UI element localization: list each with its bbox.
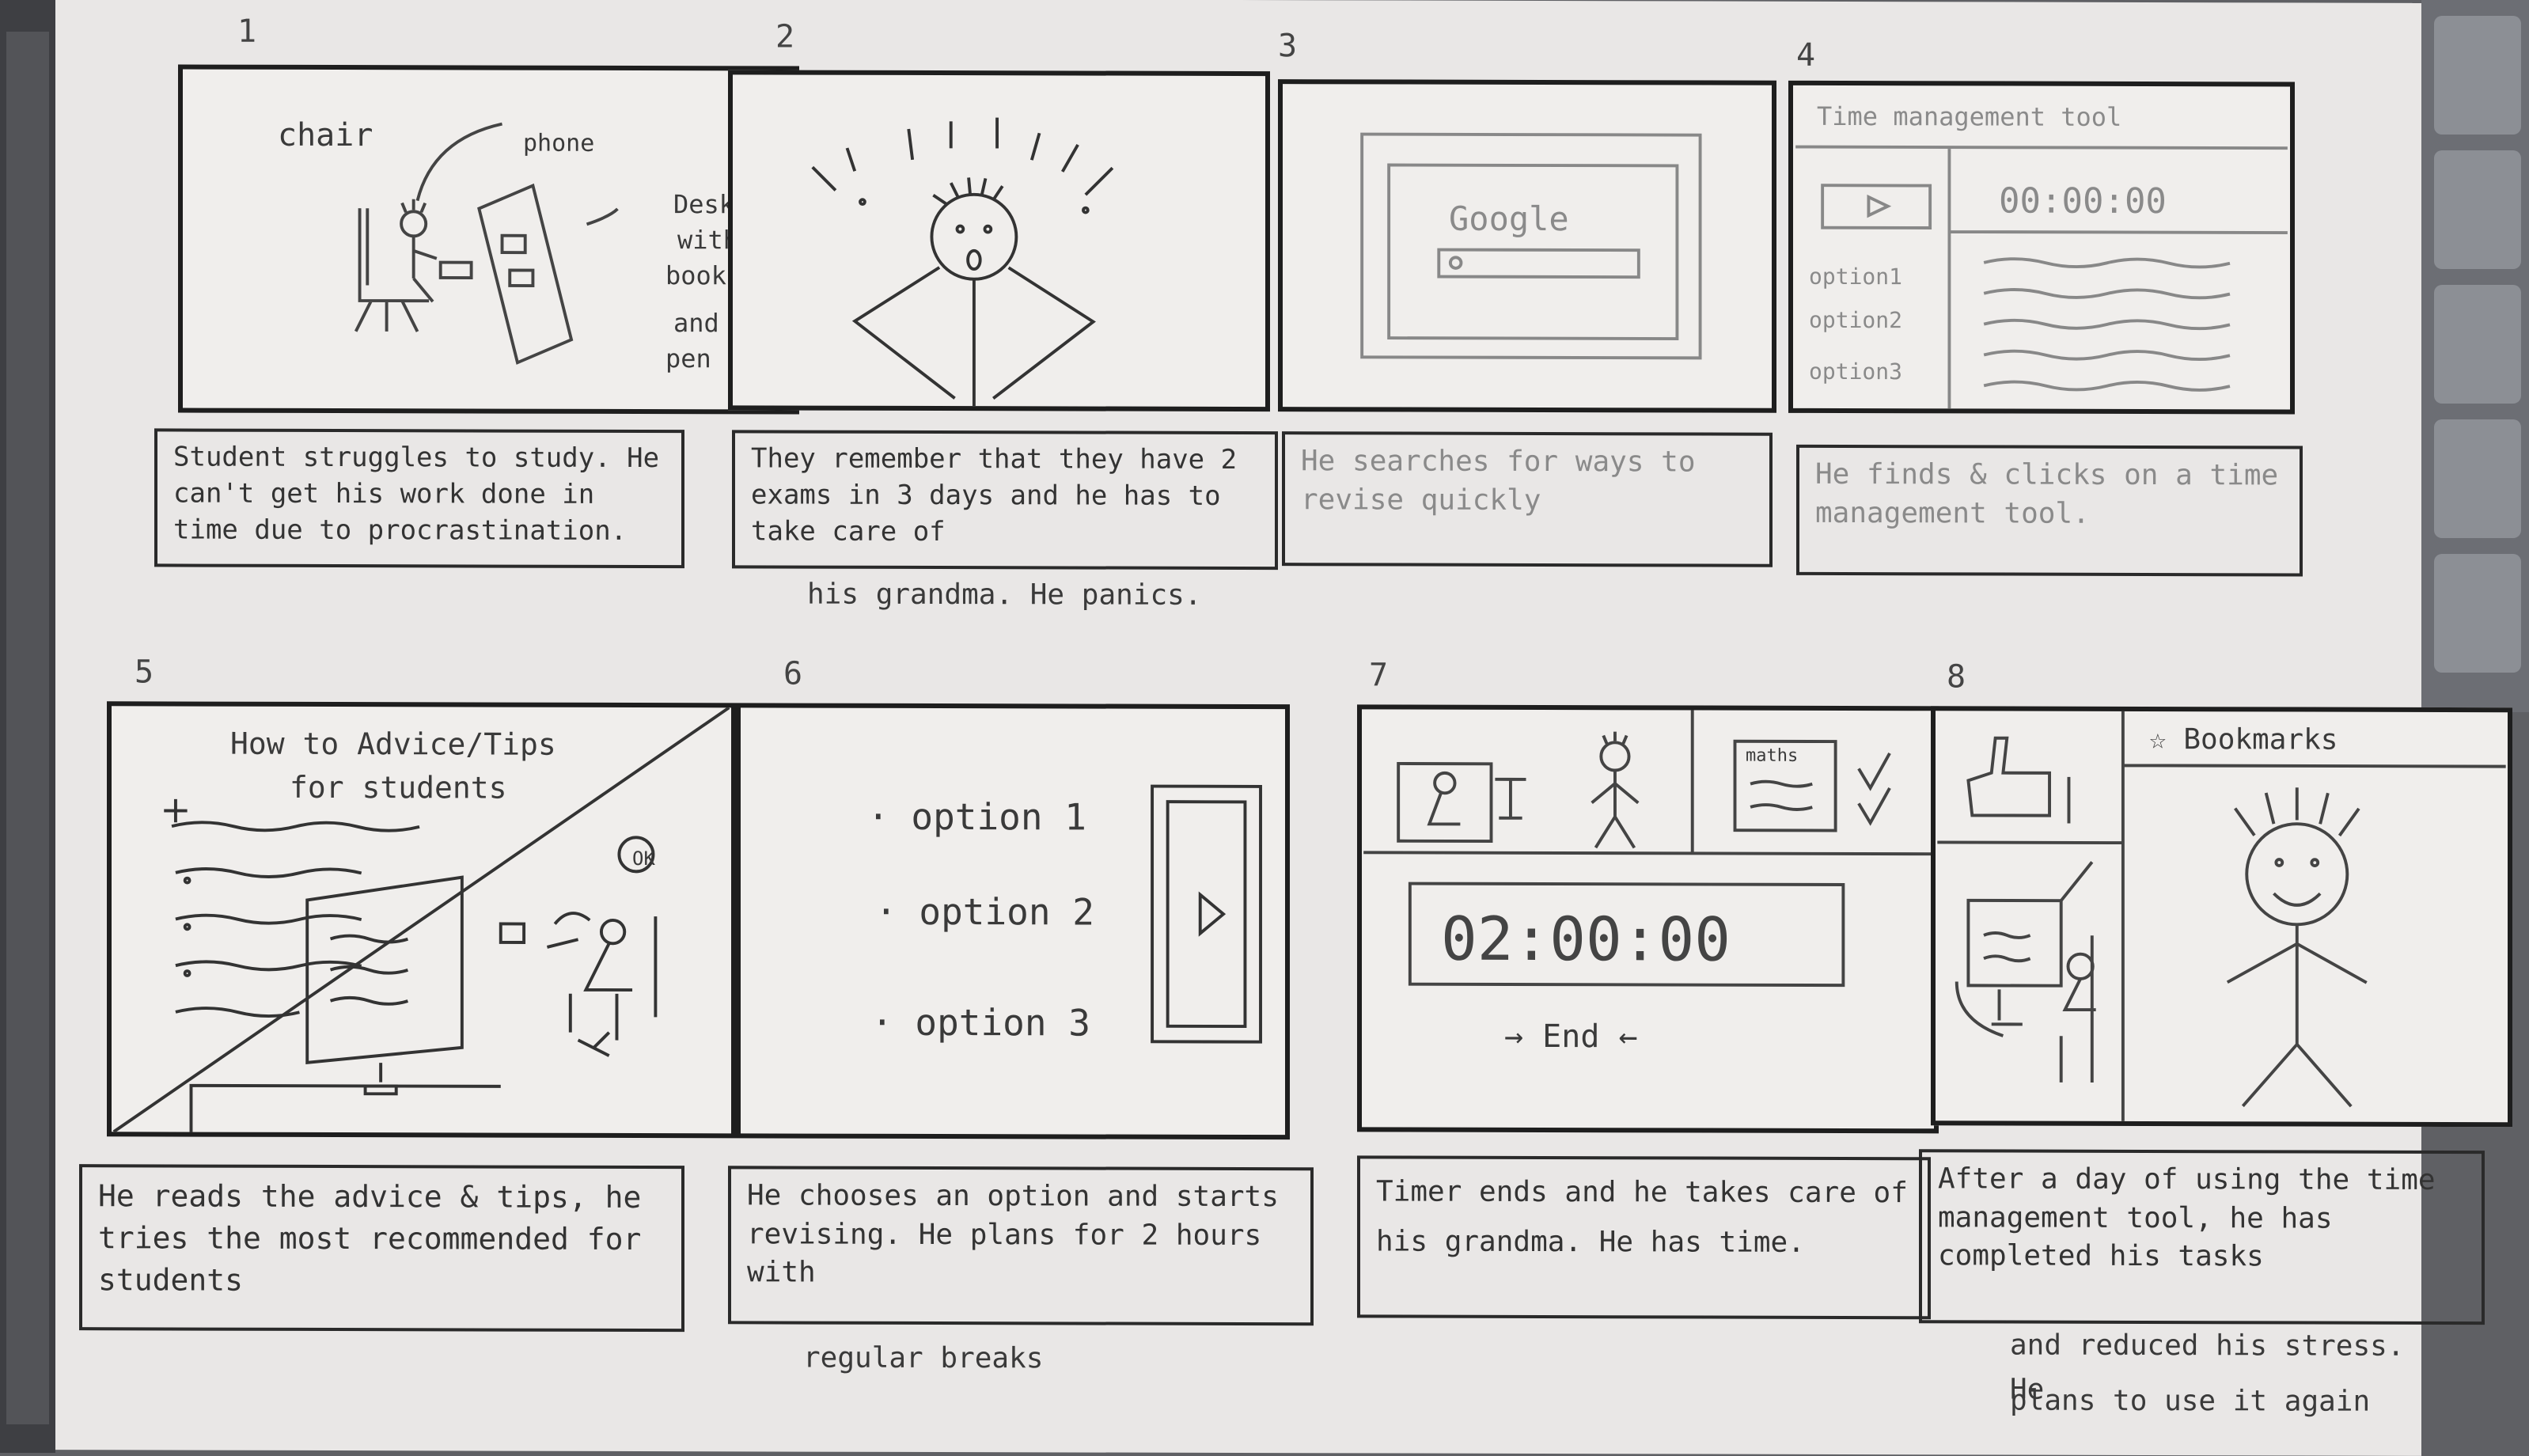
panel-2-caption-continued: his grandma. He panics. — [807, 578, 1202, 612]
note-maths: maths — [1746, 745, 1799, 766]
panel-2-number: 2 — [775, 18, 795, 55]
panel-8-frame: ☆ Bookmarks — [1931, 706, 2512, 1128]
panel-2-caption: They remember that they have 2 exams in … — [732, 430, 1278, 571]
keyboard-edge — [2421, 0, 2529, 712]
panel-8-caption-continued-2: plans to use it again — [2010, 1384, 2371, 1418]
panel-6-caption: He chooses an option and starts revising… — [728, 1166, 1314, 1326]
panel-1-caption: Student struggles to study. He can't get… — [154, 428, 684, 569]
label-chair: chair — [278, 116, 373, 154]
label-phone: phone — [523, 129, 595, 157]
tool-option-2: option2 — [1809, 306, 1903, 334]
panel-8-caption: After a day of using the time management… — [1919, 1149, 2485, 1325]
label-and: and — [673, 308, 719, 339]
panel-4-caption: He finds & clicks on a time management t… — [1796, 444, 2303, 577]
panel-4-number: 4 — [1796, 36, 1816, 74]
panel-8-number: 8 — [1947, 658, 1966, 696]
panel-1-frame: chair phone Desk with books and pen — [178, 64, 799, 415]
tool-option-3: option3 — [1809, 358, 1903, 385]
panel-3-frame: Google — [1278, 79, 1776, 413]
panel-6-frame: · option 1 · option 2 · option 3 — [736, 703, 1290, 1140]
tool-timer: 00:00:00 — [1999, 180, 2167, 222]
panel-7-frame: maths 02:00:00 → End ← — [1357, 704, 1939, 1134]
label-pen: pen — [665, 343, 711, 374]
panel-4-frame: Time management tool 00:00:00 option1 op… — [1788, 80, 2295, 415]
bookmarks-label: ☆ Bookmarks — [2149, 723, 2338, 756]
advice-heading-line-2: for students — [290, 769, 507, 806]
panel-5-caption: He reads the advice & tips, he tries the… — [79, 1164, 684, 1333]
tool-option-1: option1 — [1809, 263, 1903, 290]
panel-7-caption: Timer ends and he takes care of his gran… — [1357, 1155, 1931, 1320]
panel-5-number: 5 — [135, 654, 154, 691]
panel-6-number: 6 — [783, 655, 803, 692]
panel-5-frame: How to Advice/Tips for students OK — [107, 701, 736, 1139]
timer-end-label: → End ← — [1504, 1018, 1638, 1056]
label-desk: Desk — [673, 189, 735, 220]
panel-2-frame — [728, 70, 1270, 412]
tool-title: Time management tool — [1817, 100, 2122, 132]
panel-3-caption: He searches for ways to revise quickly — [1282, 431, 1773, 567]
background-dark-left — [0, 0, 55, 1453]
panel-7-number: 7 — [1369, 657, 1389, 694]
browser-logo: Google — [1449, 199, 1569, 239]
panel-1-number: 1 — [237, 13, 257, 50]
storyboard-sheet: 1 chair phone Desk with books and pen St… — [55, 0, 2512, 1456]
option-list-item-3: · option 3 — [871, 1000, 1090, 1045]
option-list-item-2: · option 2 — [875, 889, 1094, 934]
option-list-item-1: · option 1 — [867, 794, 1086, 839]
panel-3-number: 3 — [1278, 28, 1298, 65]
panel-6-caption-continued: regular breaks — [803, 1341, 1044, 1375]
revision-timer: 02:00:00 — [1441, 903, 1731, 975]
ok-bubble-text: OK — [632, 847, 655, 870]
advice-heading-line-1: How to Advice/Tips — [230, 726, 556, 762]
